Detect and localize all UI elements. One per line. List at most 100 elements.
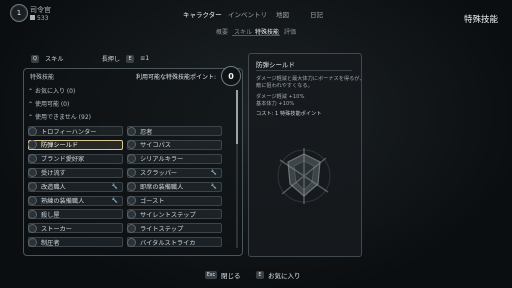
perk-item[interactable]: スクラッパー 🔧 — [127, 167, 222, 178]
perk-label: サイレントステップ — [140, 211, 196, 219]
perk-stat-2: 基本体力 +10% — [256, 101, 295, 107]
filter-unavailable-label: 使用できません (92) — [34, 114, 91, 121]
perk-icon — [28, 209, 37, 219]
tab-journal[interactable]: 日記 — [310, 9, 323, 19]
perk-item[interactable]: 受け流す — [28, 167, 123, 178]
perk-label: ライトステップ — [140, 225, 184, 233]
perk-item[interactable]: 防弾シールド — [28, 139, 123, 150]
avatar-level: 1 — [16, 9, 22, 17]
wrench-icon: 🔧 — [210, 183, 217, 190]
points-counter: 0 — [221, 66, 241, 86]
detail-divider — [256, 70, 352, 71]
currency-icon — [30, 15, 35, 20]
perk-label: ブランド愛好家 — [41, 156, 85, 164]
perk-label: 制圧者 — [41, 239, 60, 247]
perk-label: 防弾シールド — [41, 142, 79, 150]
perk-label: 忍者 — [140, 128, 153, 136]
perk-item[interactable]: 殺し屋 — [28, 209, 123, 220]
perk-icon — [127, 196, 136, 205]
perk-list-scroll-thumb[interactable] — [236, 90, 238, 144]
perk-item[interactable]: トロフィーハンター — [28, 126, 123, 136]
perk-item[interactable]: 制圧者 — [28, 237, 123, 248]
subtab-overview[interactable]: 概要 — [216, 27, 228, 36]
subtab-underline — [232, 35, 280, 36]
perk-icon — [28, 154, 37, 164]
perk-item[interactable]: サイコパス — [127, 139, 222, 150]
e-key-badge: E — [256, 271, 264, 279]
close-button[interactable]: Esc 閉じる — [205, 270, 241, 280]
player-avatar: 1 — [10, 4, 28, 22]
perk-icon — [127, 168, 136, 178]
perk-icon — [28, 168, 37, 178]
points-label: 利用可能な特殊技能ポイント: — [136, 74, 217, 81]
perk-cost: コスト: 1 特殊技能ポイント — [256, 111, 322, 117]
perk-label: スクラッパー — [140, 170, 178, 178]
perk-item[interactable]: 熟練の装備職人 🔧 — [28, 195, 123, 206]
esc-key-badge: Esc — [205, 271, 217, 279]
perk-label: 受け流す — [41, 170, 66, 178]
currency-value: 533 — [37, 15, 49, 22]
shield-emblem-icon — [277, 148, 331, 204]
perk-item[interactable]: ゴースト — [127, 195, 222, 206]
perk-icon — [28, 196, 37, 205]
hold-label: 長押し — [101, 56, 121, 63]
perk-item[interactable]: 即席の装備職人 🔧 — [127, 181, 222, 192]
perk-label: 改造職人 — [41, 184, 66, 192]
perk-item[interactable]: サイレントステップ — [127, 209, 222, 220]
perk-detail-title: 防弾シールド — [256, 61, 295, 69]
currency-display: 533 — [30, 15, 48, 22]
perk-item[interactable]: 改造職人 🔧 — [28, 181, 123, 192]
skill-label[interactable]: スキル — [45, 54, 64, 63]
perk-item[interactable]: ライトステップ — [127, 223, 222, 234]
perk-label: サイコパス — [140, 142, 171, 150]
perk-icon — [28, 182, 37, 192]
perk-label: ゴースト — [140, 198, 165, 205]
perk-item[interactable]: ストーカー — [28, 223, 123, 234]
perk-icon — [127, 237, 136, 247]
filter-available-label: 使用可能 (0) — [34, 101, 70, 108]
key-q-badge[interactable]: Q — [31, 54, 39, 63]
hold-filter-icon[interactable]: ≡1 — [140, 55, 149, 62]
chevron-icon: ⌃ — [28, 114, 35, 121]
perk-list-title: 特殊技能 — [30, 74, 55, 81]
perk-item[interactable]: シリアルキラー — [127, 153, 222, 164]
perk-icon — [127, 223, 136, 233]
perk-stat-1: ダメージ軽減 +10% — [256, 94, 305, 100]
perk-item[interactable]: バイタルストライカ — [127, 237, 222, 248]
perk-label: 即席の装備職人 — [140, 184, 184, 192]
page-title: 特殊技能 — [463, 15, 498, 25]
perk-icon — [28, 223, 37, 233]
chevron-icon: ⌃ — [28, 101, 35, 108]
perk-icon — [127, 140, 136, 150]
player-rank: 司令官 — [30, 6, 51, 14]
perk-label: 熟練の装備職人 — [41, 198, 85, 205]
favorite-button[interactable]: E お気に入り — [256, 270, 301, 280]
perk-label: ストーカー — [41, 225, 72, 233]
key-e-badge[interactable]: E — [126, 54, 135, 63]
tab-character[interactable]: キャラクター — [183, 9, 222, 19]
perk-icon — [28, 126, 37, 136]
tab-map[interactable]: 地図 — [276, 9, 289, 19]
perk-label: 殺し屋 — [41, 211, 60, 219]
perk-label: トロフィーハンター — [41, 128, 97, 136]
perk-icon — [127, 182, 136, 192]
wrench-icon: 🔧 — [111, 183, 118, 190]
wrench-icon: 🔧 — [210, 169, 217, 176]
perk-icon — [127, 209, 136, 219]
perk-icon — [127, 154, 136, 164]
filter-available[interactable]: ⌃ 使用可能 (0) — [28, 99, 69, 108]
filter-favorites[interactable]: ⌃ お気に入り (0) — [28, 86, 75, 95]
perk-label: シリアルキラー — [140, 156, 184, 164]
perk-item[interactable]: 忍者 — [127, 126, 222, 136]
perk-desc-line2: 敵に狙われやすくなる。 — [256, 83, 313, 89]
chevron-icon: ⌃ — [28, 88, 35, 95]
subtab-rating[interactable]: 評価 — [284, 27, 296, 36]
skill-toggle-bar: Q スキル 長押し E ≡1 — [31, 54, 149, 63]
perk-icon — [28, 140, 37, 150]
tab-inventory[interactable]: インベントリ — [228, 9, 267, 19]
filter-unavailable[interactable]: ⌃ 使用できません (92) — [28, 112, 91, 121]
perk-item[interactable]: ブランド愛好家 — [28, 153, 123, 164]
wrench-icon: 🔧 — [111, 197, 118, 204]
perk-icon — [28, 237, 37, 247]
filter-favorites-label: お気に入り (0) — [34, 88, 76, 95]
